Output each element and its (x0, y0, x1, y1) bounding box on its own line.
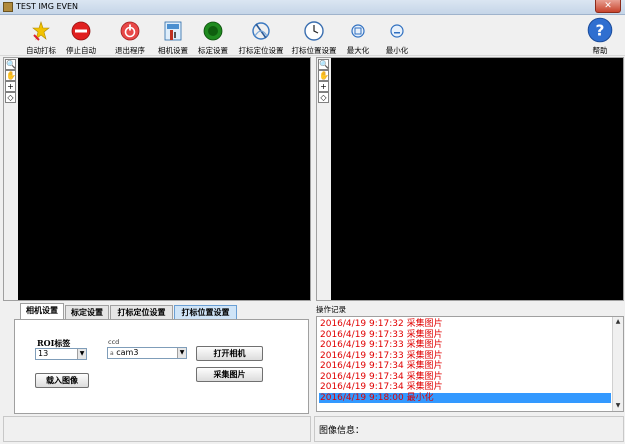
roi-diamond-icon[interactable]: ◇ (5, 92, 16, 103)
capture-image-button[interactable]: 采集图片 (196, 367, 263, 382)
toolbar: 自动打标 停止自动 退出程序 相机设置 标定设置 打标定位设置 打标位置设置 最… (0, 15, 625, 56)
tab-mark-position-settings[interactable]: 打标位置设置 (174, 305, 237, 320)
crosshair-icon[interactable]: + (5, 81, 16, 92)
ccd-prefix: a (110, 350, 114, 357)
exit-icon (120, 21, 140, 41)
minimize-button[interactable]: 最小化 (372, 17, 422, 55)
image-info-label: 图像信息： (319, 426, 365, 436)
minimize-icon (390, 24, 404, 38)
maximize-icon (351, 24, 365, 38)
crosshair-icon[interactable]: + (318, 81, 329, 92)
scroll-down-icon[interactable]: ▼ (613, 401, 623, 411)
settings-tabs: 相机设置 标定设置 打标定位设置 打标位置设置 ROI标签 13 ▼ ccd a… (14, 302, 309, 414)
right-image-panel: 🔍 ✋ + ◇ (316, 57, 624, 301)
left-image-display[interactable] (18, 58, 310, 300)
log-entry[interactable]: 2016/4/19 9:17:34 采集图片 (319, 382, 611, 393)
log-entry[interactable]: 2016/4/19 9:17:33 采集图片 (319, 351, 611, 362)
log-list: 2016/4/19 9:17:32 采集图片 2016/4/19 9:17:33… (319, 319, 611, 403)
log-entry-selected[interactable]: 2016/4/19 9:18:00 最小化 (319, 392, 611, 403)
clock-icon (304, 21, 324, 41)
close-button[interactable]: ✕ (595, 0, 621, 13)
scroll-up-icon[interactable]: ▲ (613, 317, 623, 327)
left-image-toolbar: 🔍 ✋ + ◇ (5, 59, 17, 103)
calibration-icon (203, 21, 223, 41)
app-icon (3, 2, 13, 12)
stop-icon (71, 21, 91, 41)
log-entry[interactable]: 2016/4/19 9:17:34 采集图片 (319, 372, 611, 383)
tab-calibration-settings[interactable]: 标定设置 (65, 305, 109, 320)
open-camera-button[interactable]: 打开相机 (196, 346, 263, 361)
right-image-display[interactable] (331, 58, 623, 300)
tab-mark-locate-settings[interactable]: 打标定位设置 (110, 305, 173, 320)
log-entry[interactable]: 2016/4/19 9:17:33 采集图片 (319, 340, 611, 351)
svg-text:?: ? (596, 21, 605, 39)
status-bar-right: 图像信息： (314, 416, 624, 442)
title-bar: TEST IMG EVEN ✕ (0, 0, 625, 15)
zoom-icon[interactable]: 🔍 (318, 59, 329, 70)
log-title: 操作记录 (316, 305, 346, 314)
zoom-icon[interactable]: 🔍 (5, 59, 16, 70)
mark-locate-icon (252, 22, 270, 40)
status-bar-left (3, 416, 311, 442)
roi-select[interactable]: 13 ▼ (35, 348, 87, 360)
pan-hand-icon[interactable]: ✋ (318, 70, 329, 81)
window-title: TEST IMG EVEN (16, 2, 79, 11)
mark-locate-settings-button[interactable]: 打标定位设置 (236, 17, 286, 55)
camera-settings-panel: ROI标签 13 ▼ ccd a cam3 ▼ 载入图像 打开相机 采集图片 (14, 319, 309, 414)
help-button[interactable]: ? 帮助 (575, 17, 625, 55)
right-image-toolbar: 🔍 ✋ + ◇ (318, 59, 330, 103)
log-scrollbar[interactable]: ▲ ▼ (612, 317, 623, 411)
log-entry[interactable]: 2016/4/19 9:17:33 采集图片 (319, 330, 611, 341)
ccd-label: ccd (108, 338, 120, 346)
tab-camera-settings[interactable]: 相机设置 (20, 303, 64, 320)
camera-settings-icon (164, 21, 182, 41)
pan-hand-icon[interactable]: ✋ (5, 70, 16, 81)
load-image-button[interactable]: 载入图像 (35, 373, 89, 388)
ccd-select[interactable]: a cam3 ▼ (107, 347, 187, 359)
help-icon: ? (587, 17, 613, 43)
roi-diamond-icon[interactable]: ◇ (318, 92, 329, 103)
operation-log[interactable]: 2016/4/19 9:17:32 采集图片 2016/4/19 9:17:33… (316, 316, 624, 412)
chevron-down-icon: ▼ (177, 348, 186, 358)
left-image-panel: 🔍 ✋ + ◇ (3, 57, 311, 301)
log-entry[interactable]: 2016/4/19 9:17:34 采集图片 (319, 361, 611, 372)
chevron-down-icon: ▼ (77, 349, 86, 359)
auto-mark-icon (32, 21, 50, 41)
log-entry[interactable]: 2016/4/19 9:17:32 采集图片 (319, 319, 611, 330)
